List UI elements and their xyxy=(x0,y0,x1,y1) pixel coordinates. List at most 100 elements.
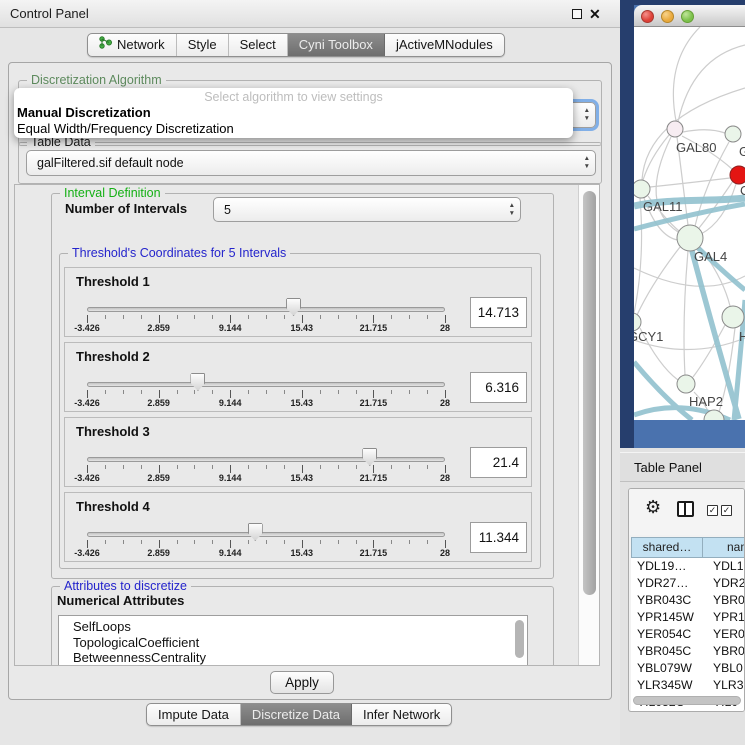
threshold-value-input[interactable]: 6.316 xyxy=(470,372,527,403)
table-row[interactable]: YBR045CYBR0 xyxy=(631,643,745,660)
stepper-icon: ▲▼ xyxy=(584,155,590,171)
table-cell: YER0 xyxy=(703,626,745,643)
threshold-label: Threshold 2 xyxy=(76,349,150,364)
network-node[interactable] xyxy=(722,306,744,328)
table-cell: YDR27… xyxy=(631,575,703,592)
column-header-shared-name[interactable]: shared… xyxy=(631,537,703,558)
table-panel-titlebar: Table Panel xyxy=(620,452,745,482)
network-node[interactable] xyxy=(634,180,650,198)
tab-select[interactable]: Select xyxy=(229,34,288,56)
tab-infer-network[interactable]: Infer Network xyxy=(352,704,451,725)
table-row[interactable]: YBR043CYBR0 xyxy=(631,592,745,609)
stepper-icon: ▲▼ xyxy=(584,107,590,123)
table-data-value: galFiltered.sif default node xyxy=(37,156,184,170)
table-row[interactable]: YBL079WYBL0 xyxy=(631,660,745,677)
threshold-value-input[interactable]: 11.344 xyxy=(470,522,527,553)
table-data-combobox[interactable]: galFiltered.sif default node ▲▼ xyxy=(26,150,596,176)
threshold-value-input[interactable]: 21.4 xyxy=(470,447,527,478)
network-node[interactable] xyxy=(677,375,695,393)
table-cell: YBL079W xyxy=(631,660,703,677)
apply-button[interactable]: Apply xyxy=(270,671,334,694)
network-node-label: GAL4 xyxy=(694,249,727,264)
attribute-list-item[interactable]: BetweennessCentrality xyxy=(73,650,527,666)
network-node[interactable] xyxy=(725,126,741,142)
zoom-traffic-light[interactable] xyxy=(681,10,694,23)
threshold-value-input[interactable]: 14.713 xyxy=(470,297,527,328)
tab-network[interactable]: Network xyxy=(88,34,177,56)
slider-track[interactable] xyxy=(87,307,445,312)
dropdown-option-equal-width[interactable]: Equal Width/Frequency Discretization xyxy=(14,121,573,137)
slider-thumb[interactable] xyxy=(286,298,301,316)
slider-ticks xyxy=(87,540,445,548)
threshold-row-2: Threshold 2-3.4262.8599.14415.4321.71528… xyxy=(64,342,532,412)
interval-count-combobox[interactable]: 5 ▲▼ xyxy=(213,197,521,222)
split-columns-icon[interactable] xyxy=(677,501,694,517)
interval-count-value: 5 xyxy=(224,203,231,217)
network-node-label: GA xyxy=(739,144,745,159)
threshold-row-4: Threshold 4-3.4262.8599.14415.4321.71528… xyxy=(64,492,532,562)
number-of-intervals-label: Number of Intervals xyxy=(65,201,187,216)
table-row[interactable]: YLR345WYLR3 xyxy=(631,677,745,694)
column-header-name[interactable]: name xyxy=(703,537,745,558)
network-node-label: C xyxy=(740,183,745,198)
slider-track[interactable] xyxy=(87,457,445,462)
numerical-attributes-list[interactable]: SelfLoopsTopologicalCoefficientBetweenne… xyxy=(58,615,528,666)
group-title-algorithm: Discretization Algorithm xyxy=(27,73,166,87)
table-row[interactable]: YDR27…YDR2 xyxy=(631,575,745,592)
slider-thumb[interactable] xyxy=(248,523,263,541)
table-cell: YDL19… xyxy=(631,558,703,575)
network-icon xyxy=(99,34,112,56)
group-title-thresholds: Threshold's Coordinates for 5 Intervals xyxy=(68,246,290,260)
network-node-label: H xyxy=(739,329,745,344)
attribute-list-item[interactable]: SelfLoops xyxy=(73,619,527,635)
checkbox-icon[interactable]: ✓ xyxy=(721,505,732,516)
network-canvas[interactable]: GAL80GACGAL11GAL4GCY1HHAP2 xyxy=(634,27,745,420)
settings-vertical-scrollbar[interactable] xyxy=(578,185,600,665)
list-scrollbar[interactable] xyxy=(515,620,524,658)
network-node-label: GAL11 xyxy=(643,199,683,214)
close-icon[interactable]: ✕ xyxy=(589,0,601,28)
table-cell: YBL0 xyxy=(703,660,745,677)
table-row[interactable]: YER054CYER0 xyxy=(631,626,745,643)
minimize-traffic-light[interactable] xyxy=(661,10,674,23)
bottom-tab-bar: Impute Data Discretize Data Infer Networ… xyxy=(146,703,452,726)
slider-scale-labels: -3.4262.8599.14415.4321.71528 xyxy=(87,473,445,483)
close-traffic-light[interactable] xyxy=(641,10,654,23)
network-node[interactable] xyxy=(677,225,703,251)
table-row[interactable]: YDL19…YDL1 xyxy=(631,558,745,575)
attribute-list-item[interactable]: TopologicalCoefficient xyxy=(73,635,527,651)
tab-discretize-data[interactable]: Discretize Data xyxy=(241,704,352,725)
threshold-label: Threshold 1 xyxy=(76,274,150,289)
table-cell: YLR345W xyxy=(631,677,703,694)
node-table: shared… name YDL19…YDL1YDR27…YDR2YBR043C… xyxy=(631,537,745,711)
panel-title: Control Panel xyxy=(10,0,89,28)
table-cell: YDR2 xyxy=(703,575,745,592)
tab-style[interactable]: Style xyxy=(177,34,229,56)
group-title-attributes: Attributes to discretize xyxy=(60,579,191,593)
gear-icon[interactable]: ⚙ xyxy=(645,497,661,518)
network-node-label: GAL80 xyxy=(676,140,716,155)
float-window-icon[interactable] xyxy=(572,9,582,19)
dropdown-option-manual[interactable]: Manual Discretization xyxy=(14,105,573,121)
group-title-interval: Interval Definition xyxy=(60,186,165,200)
network-node[interactable] xyxy=(730,166,745,184)
table-panel-title: Table Panel xyxy=(634,453,702,483)
table-row[interactable]: YPR145WYPR1 xyxy=(631,609,745,626)
tab-cyni-toolbox[interactable]: Cyni Toolbox xyxy=(288,34,385,56)
slider-thumb[interactable] xyxy=(362,448,377,466)
network-node-label: HAP2 xyxy=(689,394,723,409)
slider-thumb[interactable] xyxy=(190,373,205,391)
scrollbar-thumb[interactable] xyxy=(583,191,596,595)
algorithm-dropdown-popup: Select algorithm to view settings Manual… xyxy=(14,88,573,138)
table-cell: YPR1 xyxy=(703,609,745,626)
slider-track[interactable] xyxy=(87,532,445,537)
table-horizontal-scrollbar[interactable] xyxy=(633,696,741,705)
threshold-label: Threshold 4 xyxy=(76,499,150,514)
tab-jactivemnodules[interactable]: jActiveMNodules xyxy=(385,34,504,56)
dropdown-placeholder: Select algorithm to view settings xyxy=(14,90,573,105)
checkbox-icon[interactable]: ✓ xyxy=(707,505,718,516)
network-window-titlebar[interactable] xyxy=(634,5,745,27)
slider-track[interactable] xyxy=(87,382,445,387)
network-node[interactable] xyxy=(667,121,683,137)
tab-impute-data[interactable]: Impute Data xyxy=(147,704,241,725)
